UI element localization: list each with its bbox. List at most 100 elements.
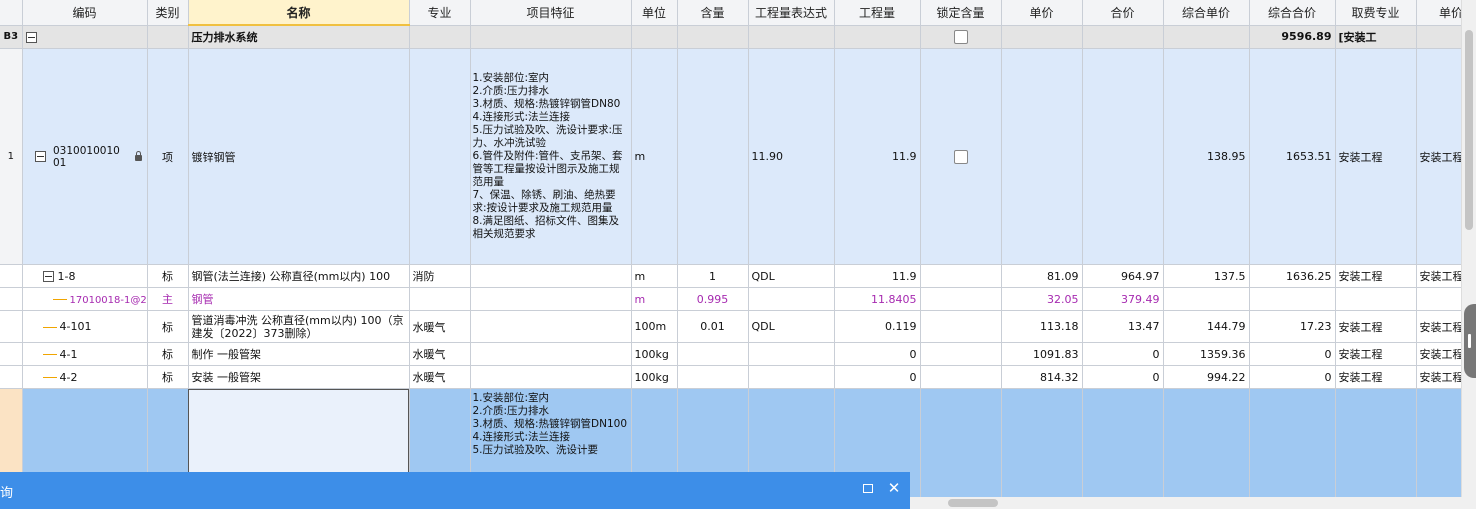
sub-price-comp[interactable]: 安装工程 bbox=[1416, 365, 1462, 389]
sub-expression[interactable] bbox=[748, 342, 835, 366]
sub-name[interactable]: 安装 一般管架 bbox=[188, 365, 410, 389]
close-button[interactable]: ✕ bbox=[886, 480, 902, 496]
collapse-icon[interactable] bbox=[34, 151, 46, 162]
sub-combo-total: 0 bbox=[1249, 365, 1336, 389]
sub-row[interactable]: 1-8 标 钢管(法兰连接) 公称直径(mm以内) 100 消防 m 1 QDL… bbox=[0, 264, 1462, 288]
sub-expression[interactable]: QDL bbox=[748, 264, 835, 288]
sub-total-price: 379.49 bbox=[1082, 287, 1164, 311]
sub-price-comp[interactable]: 安装工程 bbox=[1416, 342, 1462, 366]
sub-name[interactable]: 制作 一般管架 bbox=[188, 342, 410, 366]
restore-button[interactable] bbox=[860, 480, 876, 496]
header-combo-total[interactable]: 综合合价 bbox=[1249, 0, 1336, 26]
sub-expression[interactable]: QDL bbox=[748, 310, 835, 343]
sub-quantity[interactable]: 0 bbox=[834, 365, 921, 389]
sub-unit-price[interactable]: 1091.83 bbox=[1001, 342, 1083, 366]
sub-content[interactable] bbox=[677, 342, 749, 366]
item-quantity[interactable]: 11.9 bbox=[834, 48, 921, 265]
sub-price-comp[interactable]: 安装工程 bbox=[1416, 310, 1462, 343]
header-content[interactable]: 含量 bbox=[677, 0, 749, 26]
item-row[interactable]: 1 031001001001 项 镀锌钢管 1.安装部位:室内 2.介质:压力排… bbox=[0, 48, 1462, 265]
feature-line: 7、保温、除锈、刷油、绝热要求:按设计要求及施工规范用量 bbox=[472, 189, 616, 214]
item-unit[interactable]: m bbox=[631, 48, 678, 265]
sub-unit-price[interactable]: 81.09 bbox=[1001, 264, 1083, 288]
horizontal-scrollbar[interactable] bbox=[910, 497, 1462, 509]
sub-unit[interactable]: 100kg bbox=[631, 365, 678, 389]
floating-panel[interactable]: 询 ✕ bbox=[0, 472, 910, 509]
sub-price-comp[interactable]: 安装工程 bbox=[1416, 264, 1462, 288]
sub-specialty[interactable]: 水暖气 bbox=[409, 342, 471, 366]
sub-row[interactable]: 4-1 标 制作 一般管架 水暖气 100kg 0 1091.83 0 1359… bbox=[0, 342, 1462, 366]
sub-specialty[interactable]: 消防 bbox=[409, 264, 471, 288]
sub-quantity[interactable]: 11.9 bbox=[834, 264, 921, 288]
sub-unit-price[interactable]: 814.32 bbox=[1001, 365, 1083, 389]
row-number: B3 bbox=[0, 25, 23, 49]
sub-quantity[interactable]: 0 bbox=[834, 342, 921, 366]
sub-unit[interactable]: 100m bbox=[631, 310, 678, 343]
header-code[interactable]: 编码 bbox=[22, 0, 148, 26]
group-row[interactable]: B3 压力排水系统 9596.89 [安装工 bbox=[0, 25, 1462, 49]
sub-row[interactable]: 4-101 标 管道消毒冲洗 公称直径(mm以内) 100（京建发〔2022〕3… bbox=[0, 310, 1462, 343]
sub-quantity[interactable]: 11.8405 bbox=[834, 287, 921, 311]
header-price-comp[interactable]: 单价构 bbox=[1416, 0, 1462, 26]
feature-line: 4.连接形式:法兰连接 bbox=[472, 431, 571, 443]
sub-specialty[interactable] bbox=[409, 287, 471, 311]
header-quantity[interactable]: 工程量 bbox=[834, 0, 921, 26]
sub-fee[interactable]: 安装工程 bbox=[1335, 310, 1417, 343]
sub-unit-price[interactable]: 113.18 bbox=[1001, 310, 1083, 343]
sub-content[interactable]: 0.995 bbox=[677, 287, 749, 311]
item-price-comp[interactable]: 安装工程 bbox=[1416, 48, 1462, 265]
header-unit[interactable]: 单位 bbox=[631, 0, 678, 26]
item-features[interactable]: 1.安装部位:室内 2.介质:压力排水 3.材质、规格:热镀锌钢管DN80 4.… bbox=[470, 48, 632, 265]
item-expression[interactable]: 11.90 bbox=[748, 48, 835, 265]
item-fee[interactable]: 安装工程 bbox=[1335, 48, 1417, 265]
sub-fee[interactable]: 安装工程 bbox=[1335, 264, 1417, 288]
sub-specialty[interactable]: 水暖气 bbox=[409, 365, 471, 389]
sub-fee[interactable] bbox=[1335, 287, 1417, 311]
sub-unit[interactable]: m bbox=[631, 287, 678, 311]
header-expression[interactable]: 工程量表达式 bbox=[748, 0, 835, 26]
collapse-icon[interactable] bbox=[25, 31, 37, 43]
sub-expression[interactable] bbox=[748, 287, 835, 311]
side-panel-handle[interactable] bbox=[1464, 304, 1476, 378]
header-combo-unit-price[interactable]: 综合单价 bbox=[1163, 0, 1250, 26]
sub-combo-unit-price: 994.22 bbox=[1163, 365, 1250, 389]
sub-code: 4-2 bbox=[59, 370, 78, 384]
horizontal-scroll-thumb[interactable] bbox=[948, 499, 998, 507]
sub-expression[interactable] bbox=[748, 365, 835, 389]
sub-unit[interactable]: 100kg bbox=[631, 342, 678, 366]
sub-name[interactable]: 管道消毒冲洗 公称直径(mm以内) 100（京建发〔2022〕373删除） bbox=[188, 310, 410, 343]
sub-row[interactable]: 4-2 标 安装 一般管架 水暖气 100kg 0 814.32 0 994.2… bbox=[0, 365, 1462, 389]
sub-name[interactable]: 钢管(法兰连接) 公称直径(mm以内) 100 bbox=[188, 264, 410, 288]
vertical-scrollbar[interactable] bbox=[1461, 0, 1476, 509]
sub-name[interactable]: 钢管 bbox=[188, 287, 410, 311]
vertical-scroll-thumb[interactable] bbox=[1465, 30, 1473, 230]
header-unit-price[interactable]: 单价 bbox=[1001, 0, 1083, 26]
sub-content[interactable]: 1 bbox=[677, 264, 749, 288]
sub-type: 标 bbox=[147, 264, 189, 288]
material-row[interactable]: 17010018-1@2 主 钢管 m 0.995 11.8405 32.05 … bbox=[0, 287, 1462, 311]
sub-content[interactable]: 0.01 bbox=[677, 310, 749, 343]
item-code-cell[interactable]: 031001001001 bbox=[22, 48, 148, 265]
header-name[interactable]: 名称 bbox=[188, 0, 410, 26]
sub-price-comp[interactable] bbox=[1416, 287, 1462, 311]
sub-quantity[interactable]: 0.119 bbox=[834, 310, 921, 343]
lock-checkbox[interactable] bbox=[953, 149, 968, 164]
lock-checkbox[interactable] bbox=[953, 29, 968, 44]
sub-unit[interactable]: m bbox=[631, 264, 678, 288]
sub-specialty[interactable]: 水暖气 bbox=[409, 310, 471, 343]
header-type[interactable]: 类别 bbox=[147, 0, 189, 26]
header-lock[interactable]: 锁定含量 bbox=[920, 0, 1002, 26]
header-specialty[interactable]: 专业 bbox=[409, 0, 471, 26]
sub-fee[interactable]: 安装工程 bbox=[1335, 365, 1417, 389]
collapse-icon[interactable] bbox=[42, 271, 54, 282]
group-name[interactable]: 压力排水系统 bbox=[188, 25, 410, 49]
header-features[interactable]: 项目特征 bbox=[470, 0, 632, 26]
sub-content[interactable] bbox=[677, 365, 749, 389]
group-toggle-cell[interactable] bbox=[22, 25, 148, 49]
header-total-price[interactable]: 合价 bbox=[1082, 0, 1164, 26]
sub-unit-price[interactable]: 32.05 bbox=[1001, 287, 1083, 311]
sub-fee[interactable]: 安装工程 bbox=[1335, 342, 1417, 366]
header-fee-specialty[interactable]: 取费专业 bbox=[1335, 0, 1417, 26]
sub-combo-total: 0 bbox=[1249, 342, 1336, 366]
item-name[interactable]: 镀锌钢管 bbox=[188, 48, 410, 265]
